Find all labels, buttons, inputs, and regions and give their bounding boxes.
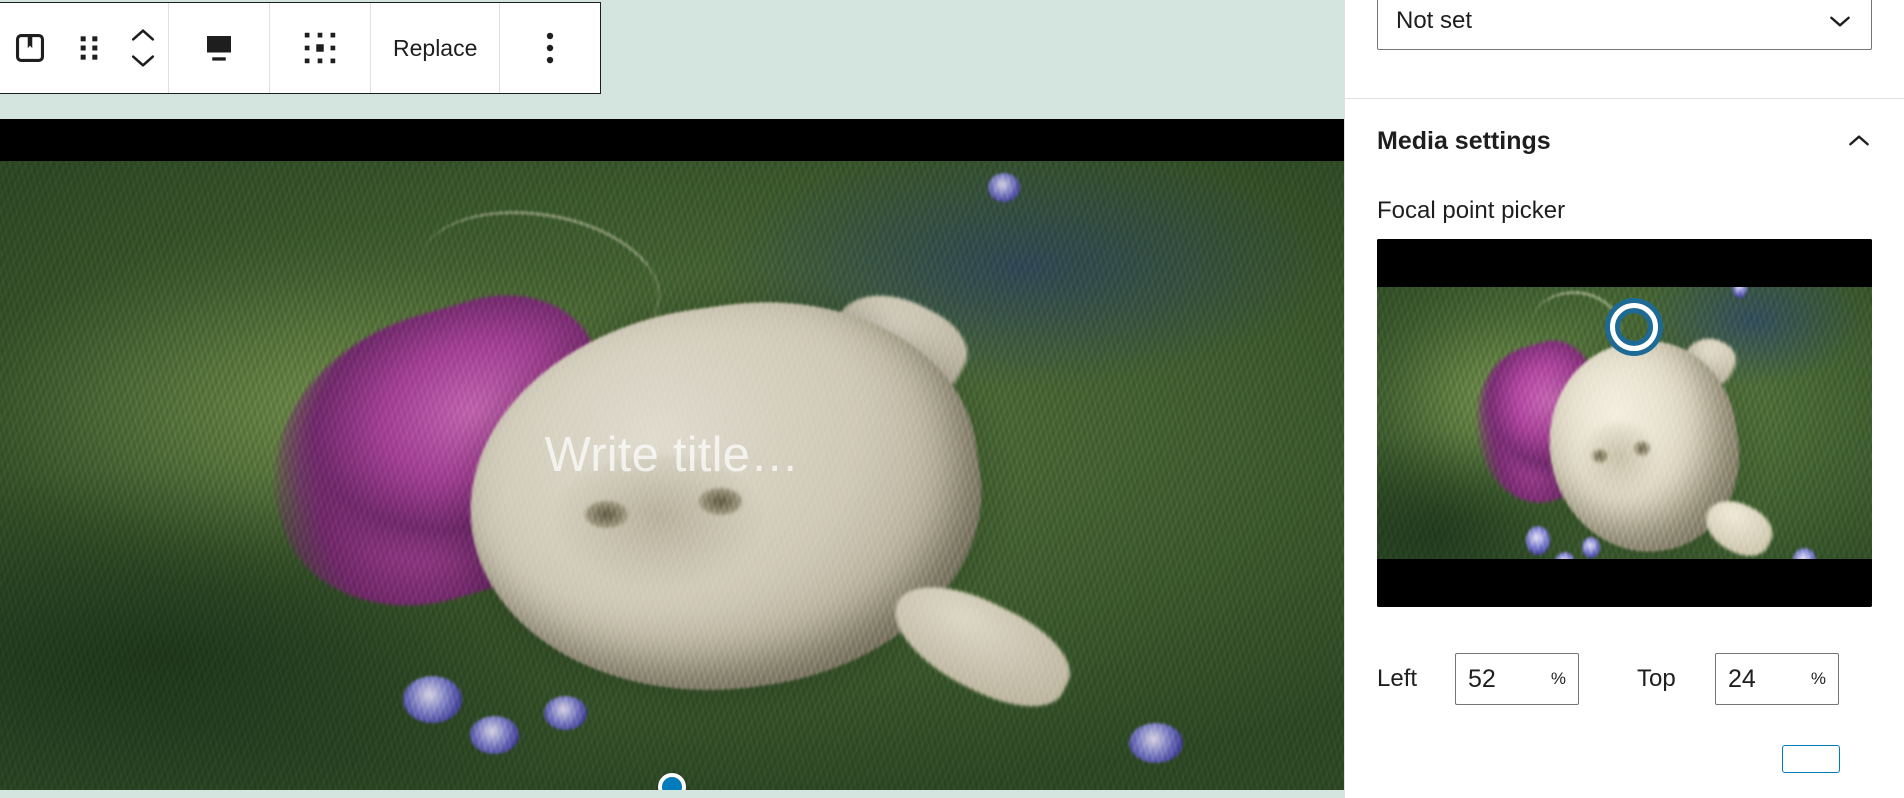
- drag-dots-icon: [76, 33, 102, 63]
- cover-title-placeholder[interactable]: Write title…: [0, 119, 1344, 790]
- content-position-grid-icon: [302, 30, 338, 66]
- cover-block[interactable]: Write title…: [0, 119, 1344, 790]
- focal-top-unit: %: [1810, 669, 1826, 688]
- toolbar-group-position: [270, 3, 371, 93]
- move-down-button[interactable]: [130, 53, 156, 69]
- focal-left-value: 52: [1468, 664, 1496, 693]
- move-up-button[interactable]: [130, 27, 156, 43]
- focal-left-cell: Left 52 %: [1377, 653, 1579, 705]
- preview-letterbox-top: [1377, 239, 1872, 287]
- media-settings-title: Media settings: [1377, 126, 1551, 155]
- chevron-down-icon: [130, 53, 156, 69]
- chevron-down-icon: [1827, 13, 1853, 29]
- toolbar-group-align: [169, 3, 270, 93]
- cover-block-icon: [13, 31, 47, 65]
- block-settings-sidebar: Not set Media settings Focal point picke…: [1344, 0, 1904, 798]
- dimensions-select[interactable]: Not set: [1377, 0, 1872, 50]
- content-position-button[interactable]: [270, 3, 370, 93]
- focal-point-inputs-row: Left 52 % Top 24 %: [1377, 653, 1872, 705]
- media-settings-panel: Media settings Focal point picker Left 5…: [1345, 99, 1904, 773]
- focal-point-picker[interactable]: [1377, 239, 1872, 607]
- focal-left-label: Left: [1377, 665, 1418, 692]
- toolbar-group-block: [0, 3, 169, 93]
- more-vertical-icon: [546, 32, 554, 64]
- toolbar-group-replace: Replace: [371, 3, 501, 93]
- replace-button[interactable]: Replace: [371, 3, 499, 93]
- focal-left-unit: %: [1550, 669, 1566, 688]
- editor-root: Replace Write title… Not set Media setti…: [0, 0, 1904, 798]
- toolbar-group-more: [500, 3, 600, 93]
- chevron-up-icon[interactable]: [1846, 133, 1872, 149]
- chevron-up-icon: [130, 27, 156, 43]
- block-toolbar: Replace: [0, 2, 602, 94]
- focal-top-value: 24: [1728, 664, 1756, 693]
- dimensions-select-value: Not set: [1396, 7, 1473, 34]
- dimensions-select-wrapper: Not set: [1345, 0, 1904, 50]
- more-options-button[interactable]: [500, 3, 600, 93]
- sidebar-footer: [1377, 745, 1872, 773]
- focal-point-picker-label: Focal point picker: [1377, 197, 1566, 224]
- focal-top-label: Top: [1637, 665, 1676, 692]
- focal-point-marker[interactable]: [1610, 303, 1659, 352]
- editor-canvas: Replace Write title…: [0, 0, 1344, 798]
- focal-left-input[interactable]: 52 %: [1455, 653, 1579, 705]
- align-button[interactable]: [169, 3, 269, 93]
- focal-point-preview-image: [1377, 239, 1872, 607]
- block-movers: [118, 3, 168, 93]
- drag-handle-button[interactable]: [59, 3, 118, 93]
- block-type-cover-button[interactable]: [0, 3, 59, 93]
- media-settings-header[interactable]: Media settings: [1377, 99, 1872, 183]
- sidebar-footer-button[interactable]: [1782, 745, 1840, 773]
- preview-letterbox-bottom: [1377, 559, 1872, 607]
- focal-top-input[interactable]: 24 %: [1715, 653, 1839, 705]
- focal-top-cell: Top 24 %: [1637, 653, 1839, 705]
- align-full-width-icon: [201, 31, 237, 65]
